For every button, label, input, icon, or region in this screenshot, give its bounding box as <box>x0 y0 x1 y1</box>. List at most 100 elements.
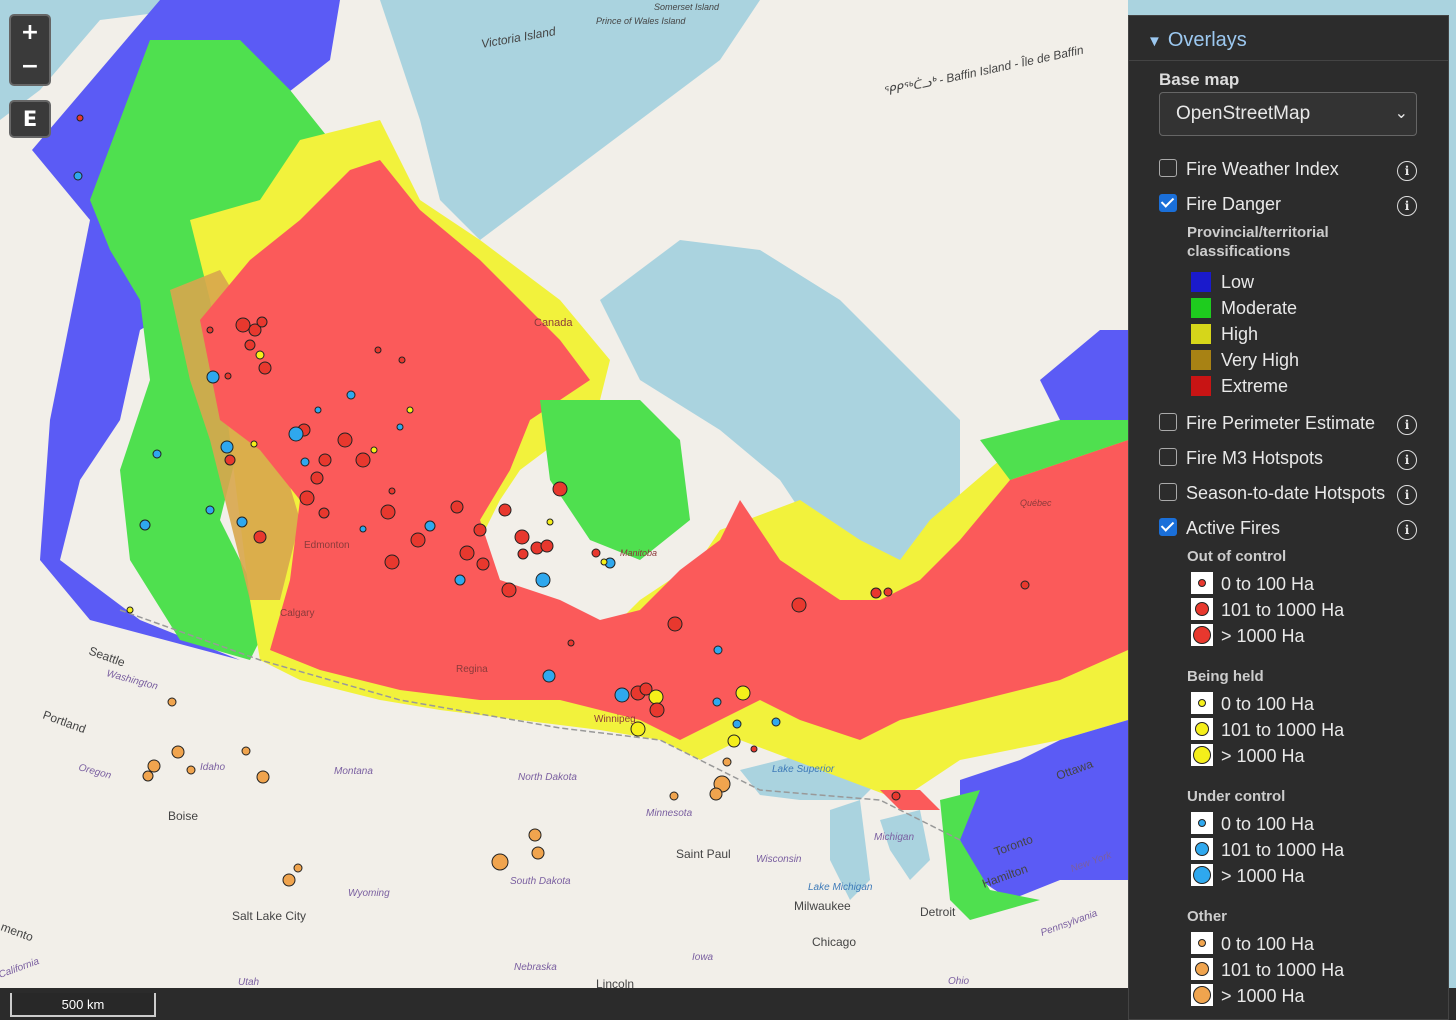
fire-marker[interactable] <box>388 487 396 495</box>
fire-marker[interactable] <box>535 572 551 588</box>
fire-marker[interactable] <box>256 770 270 784</box>
fire-marker[interactable] <box>713 645 723 655</box>
fire-marker[interactable] <box>139 519 151 531</box>
fire-marker[interactable] <box>370 446 378 454</box>
checkbox[interactable] <box>1159 413 1177 431</box>
fire-marker[interactable] <box>235 317 251 333</box>
fire-marker[interactable] <box>346 390 356 400</box>
fire-marker[interactable] <box>142 770 154 782</box>
fire-marker[interactable] <box>310 471 324 485</box>
fire-marker[interactable] <box>255 350 265 360</box>
fire-marker[interactable] <box>649 702 665 718</box>
checkbox[interactable] <box>1159 518 1177 536</box>
fire-marker[interactable] <box>299 490 315 506</box>
fire-marker[interactable] <box>250 440 258 448</box>
zoom-out-button[interactable]: − <box>9 50 51 86</box>
fire-marker[interactable] <box>314 406 322 414</box>
fire-marker[interactable] <box>318 507 330 519</box>
fire-marker[interactable] <box>258 361 272 375</box>
layer-fire-weather-index[interactable]: Fire Weather Index <box>1159 156 1339 182</box>
fire-marker[interactable] <box>293 863 303 873</box>
fire-marker[interactable] <box>288 426 304 442</box>
fire-marker[interactable] <box>600 558 608 566</box>
fire-marker[interactable] <box>552 481 568 497</box>
fire-marker[interactable] <box>359 525 367 533</box>
fire-marker[interactable] <box>546 518 554 526</box>
fire-marker[interactable] <box>206 326 214 334</box>
fire-marker[interactable] <box>722 757 732 767</box>
base-map-select[interactable]: OpenStreetMap ⌄ <box>1159 92 1417 136</box>
fire-marker[interactable] <box>498 503 512 517</box>
fire-marker[interactable] <box>669 791 679 801</box>
fire-marker[interactable] <box>614 687 630 703</box>
fire-marker[interactable] <box>712 697 722 707</box>
info-icon[interactable]: i <box>1397 161 1417 181</box>
info-icon[interactable]: i <box>1397 415 1417 435</box>
fire-marker[interactable] <box>424 520 436 532</box>
fire-marker[interactable] <box>514 529 530 545</box>
fire-marker[interactable] <box>591 548 601 558</box>
fire-marker[interactable] <box>542 669 556 683</box>
fire-marker[interactable] <box>337 432 353 448</box>
fire-marker[interactable] <box>883 587 893 597</box>
layer-m3-hotspots[interactable]: Fire M3 Hotspots <box>1159 445 1323 471</box>
fire-marker[interactable] <box>256 316 268 328</box>
fire-marker[interactable] <box>206 370 220 384</box>
fire-marker[interactable] <box>709 787 723 801</box>
fire-marker[interactable] <box>450 500 464 514</box>
info-icon[interactable]: i <box>1397 485 1417 505</box>
checkbox[interactable] <box>1159 448 1177 466</box>
fire-marker[interactable] <box>735 685 751 701</box>
layer-active-fires[interactable]: Active Fires <box>1159 515 1280 541</box>
fire-marker[interactable] <box>531 846 545 860</box>
collapse-triangle-icon[interactable]: ▼ <box>1147 33 1162 50</box>
checkbox[interactable] <box>1159 194 1177 212</box>
info-icon[interactable]: i <box>1397 196 1417 216</box>
fire-marker[interactable] <box>491 853 509 871</box>
fire-marker[interactable] <box>167 697 177 707</box>
fire-marker[interactable] <box>528 828 542 842</box>
fire-marker[interactable] <box>205 505 215 515</box>
fire-marker[interactable] <box>384 554 400 570</box>
fire-marker[interactable] <box>667 616 683 632</box>
layer-fire-danger[interactable]: Fire Danger <box>1159 191 1281 217</box>
edit-button[interactable]: E <box>9 100 51 138</box>
fire-marker[interactable] <box>76 114 84 122</box>
fire-marker[interactable] <box>126 606 134 614</box>
fire-marker[interactable] <box>374 346 382 354</box>
checkbox[interactable] <box>1159 483 1177 501</box>
fire-marker[interactable] <box>771 717 781 727</box>
fire-marker[interactable] <box>398 356 406 364</box>
fire-marker[interactable] <box>501 582 517 598</box>
checkbox[interactable] <box>1159 159 1177 177</box>
fire-marker[interactable] <box>253 530 267 544</box>
fire-marker[interactable] <box>236 516 248 528</box>
layer-season-hotspots[interactable]: Season-to-date Hotspots <box>1159 480 1385 506</box>
fire-marker[interactable] <box>727 734 741 748</box>
fire-marker[interactable] <box>1020 580 1030 590</box>
overlays-header[interactable]: ▼ Overlays <box>1129 16 1448 61</box>
fire-marker[interactable] <box>791 597 807 613</box>
fire-marker[interactable] <box>406 406 414 414</box>
fire-marker[interactable] <box>750 745 758 753</box>
fire-marker[interactable] <box>224 372 232 380</box>
fire-marker[interactable] <box>318 453 332 467</box>
fire-marker[interactable] <box>732 719 742 729</box>
fire-marker[interactable] <box>476 557 490 571</box>
fire-marker[interactable] <box>517 548 529 560</box>
fire-marker[interactable] <box>380 504 396 520</box>
fire-marker[interactable] <box>73 171 83 181</box>
fire-marker[interactable] <box>454 574 466 586</box>
fire-marker[interactable] <box>224 454 236 466</box>
layer-fire-perimeter[interactable]: Fire Perimeter Estimate <box>1159 410 1375 436</box>
fire-marker[interactable] <box>282 873 296 887</box>
fire-marker[interactable] <box>171 745 185 759</box>
fire-marker[interactable] <box>220 440 234 454</box>
fire-marker[interactable] <box>459 545 475 561</box>
fire-marker[interactable] <box>540 539 554 553</box>
fire-marker[interactable] <box>152 449 162 459</box>
fire-marker[interactable] <box>147 759 161 773</box>
fire-marker[interactable] <box>396 423 404 431</box>
fire-marker[interactable] <box>891 791 901 801</box>
fire-marker[interactable] <box>870 587 882 599</box>
